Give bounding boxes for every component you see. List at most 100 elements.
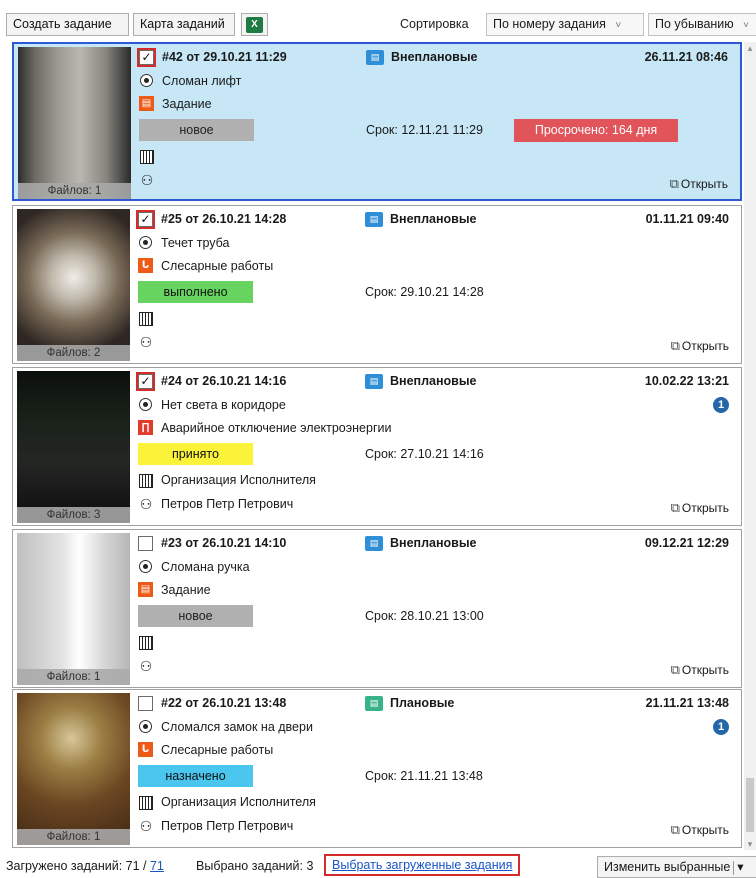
files-count: Файлов: 1 [17, 669, 130, 685]
task-number: #23 от 26.10.21 14:10 [161, 536, 287, 550]
user-icon: ⚇ [139, 818, 153, 834]
object-icon [139, 560, 152, 573]
task-checkbox[interactable]: ✓ [137, 48, 156, 67]
task-number: #25 от 26.10.21 14:28 [161, 212, 287, 226]
task-type-icon: ▤ [365, 536, 383, 551]
task-type: Внеплановые [391, 50, 478, 64]
change-selected-label: Изменить выбранные [604, 860, 731, 874]
excel-export-button[interactable]: X [241, 13, 268, 36]
user-icon: ⚇ [139, 496, 153, 512]
select-loaded-link[interactable]: Выбрать загруженные задания [324, 854, 521, 876]
task-deadline: Срок: 29.10.21 14:28 [365, 285, 484, 299]
open-link[interactable]: ⧉ Открыть [670, 176, 728, 192]
task-card[interactable]: Файлов: 1 #22 от 26.10.21 13:48 ▤ Планов… [12, 689, 742, 848]
task-type: Внеплановые [390, 374, 477, 388]
task-type-icon: ▤ [365, 374, 383, 389]
task-category: Аварийное отключение электроэнергии [161, 421, 392, 435]
task-category: Задание [161, 583, 211, 597]
sort-label: Сортировка [400, 17, 469, 31]
organization-icon [139, 474, 153, 488]
task-card[interactable]: Файлов: 1 #23 от 26.10.21 14:10 ▤ Внепла… [12, 529, 742, 688]
task-date: 10.02.22 13:21 [644, 374, 729, 388]
open-external-icon: ⧉ [670, 500, 680, 515]
excel-icon: X [246, 16, 263, 33]
task-card[interactable]: Файлов: 2 ✓ #25 от 26.10.21 14:28 ▤ Внеп… [12, 205, 742, 364]
task-photo[interactable]: Файлов: 2 [17, 209, 130, 361]
comments-count-badge: 1 [713, 719, 729, 735]
task-type-icon: ▤ [365, 212, 383, 227]
sort-direction-select[interactable]: По убыванию ˅ [648, 13, 756, 36]
sort-direction-value: По убыванию [655, 17, 734, 31]
scroll-up-icon[interactable]: ▴ [744, 42, 756, 54]
task-card[interactable]: Файлов: 1 ✓ #42 от 29.10.21 11:29 ▤ Внеп… [12, 42, 742, 201]
task-type: Плановые [390, 696, 455, 710]
open-link[interactable]: ⧉ Открыть [671, 338, 729, 354]
chevron-down-icon[interactable]: ▾ [737, 860, 743, 874]
organization-name: Организация Исполнителя [161, 795, 316, 809]
task-deadline: Срок: 21.11.21 13:48 [365, 769, 483, 783]
task-list: Файлов: 1 ✓ #42 от 29.10.21 11:29 ▤ Внеп… [12, 42, 742, 850]
overdue-badge: Просрочено: 164 дня [514, 119, 678, 142]
chevron-down-icon: ˅ [615, 20, 622, 31]
files-count: Файлов: 3 [17, 507, 130, 523]
scrollbar-thumb[interactable] [746, 778, 754, 832]
task-photo[interactable]: Файлов: 1 [18, 47, 131, 199]
task-type-icon: ▤ [365, 696, 383, 711]
open-link[interactable]: ⧉ Открыть [671, 662, 729, 678]
organization-icon [139, 636, 153, 650]
object-icon [139, 398, 152, 411]
task-checkbox[interactable] [138, 696, 153, 711]
open-link-label: Открыть [681, 663, 729, 677]
category-icon: ᒐ [138, 742, 153, 757]
task-deadline: Срок: 27.10.21 14:16 [365, 447, 484, 461]
task-deadline: Срок: 12.11.21 11:29 [366, 123, 483, 137]
task-photo[interactable]: Файлов: 1 [17, 693, 130, 845]
sort-by-value: По номеру задания [493, 17, 606, 31]
task-type: Внеплановые [390, 212, 477, 226]
task-category: Слесарные работы [161, 259, 274, 273]
loaded-count: Загружено заданий: 71 / 71 [6, 859, 164, 873]
organization-name: Организация Исполнителя [161, 473, 316, 487]
scrollbar[interactable]: ▴ ▾ [744, 42, 756, 850]
open-link-label: Открыть [680, 177, 728, 191]
assignee-name: Петров Петр Петрович [161, 819, 294, 833]
task-number: #24 от 26.10.21 14:16 [161, 374, 287, 388]
sort-by-select[interactable]: По номеру задания ˅ [486, 13, 644, 36]
task-category: Слесарные работы [161, 743, 274, 757]
selected-count: Выбрано заданий: 3 [196, 859, 314, 873]
task-checkbox[interactable] [138, 536, 153, 551]
category-icon: ∏ [138, 420, 153, 435]
scroll-down-icon[interactable]: ▾ [744, 838, 756, 850]
task-category: Задание [162, 97, 212, 111]
task-number: #42 от 29.10.21 11:29 [162, 50, 287, 64]
button-separator [733, 860, 735, 875]
load-all-link[interactable]: 71 [150, 859, 164, 873]
open-link-label: Открыть [681, 501, 729, 515]
organization-icon [140, 150, 154, 164]
task-name: Нет света в коридоре [161, 398, 286, 412]
task-photo[interactable]: Файлов: 3 [17, 371, 130, 523]
task-checkbox[interactable]: ✓ [136, 372, 155, 391]
open-link[interactable]: ⧉ Открыть [671, 500, 729, 516]
category-icon: ▤ [138, 582, 153, 597]
chevron-down-icon: ˅ [743, 20, 749, 31]
toolbar: Создать задание Карта заданий X Сортиров… [0, 0, 756, 40]
open-external-icon: ⧉ [669, 176, 679, 191]
user-icon: ⚇ [139, 334, 153, 350]
open-external-icon: ⧉ [670, 662, 680, 677]
organization-icon [139, 312, 153, 326]
task-map-button[interactable]: Карта заданий [133, 13, 235, 36]
task-date: 01.11.21 09:40 [645, 212, 729, 226]
create-task-button[interactable]: Создать задание [6, 13, 129, 36]
change-selected-button[interactable]: Изменить выбранные ▾ [597, 856, 756, 878]
task-card[interactable]: Файлов: 3 ✓ #24 от 26.10.21 14:16 ▤ Внеп… [12, 367, 742, 526]
files-count: Файлов: 1 [17, 829, 130, 845]
task-photo[interactable]: Файлов: 1 [17, 533, 130, 685]
task-checkbox[interactable]: ✓ [136, 210, 155, 229]
status-badge: новое [138, 605, 253, 627]
task-date: 26.11.21 08:46 [644, 50, 728, 64]
status-bar: Загружено заданий: 71 / 71 Выбрано задан… [0, 851, 756, 878]
open-link[interactable]: ⧉ Открыть [671, 822, 729, 838]
object-icon [139, 720, 152, 733]
user-icon: ⚇ [139, 658, 153, 674]
